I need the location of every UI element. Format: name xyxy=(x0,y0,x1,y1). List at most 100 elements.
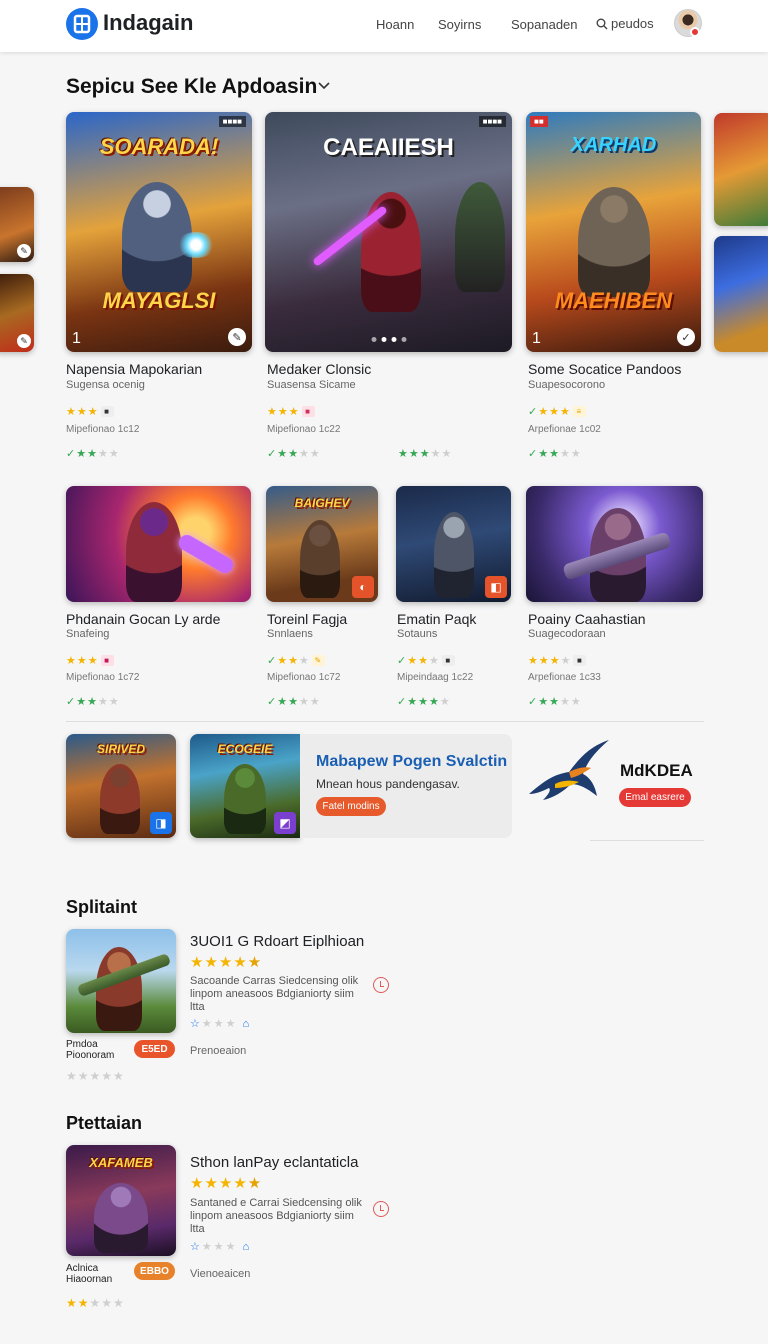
app-badge-icon: ◨ xyxy=(150,812,172,834)
featured-badge: ■■■■ xyxy=(218,116,246,127)
list-item-art[interactable] xyxy=(66,929,176,1033)
bird-logo-icon xyxy=(529,740,609,800)
rating-stars: ★★★ ■ xyxy=(267,405,315,418)
rank-number: 1 xyxy=(72,330,81,347)
featured-card-art[interactable]: ■■ XARHAD MAEHIBEN 1 ✓ xyxy=(526,112,701,352)
promo-tile[interactable]: SIRIVED ◨ xyxy=(66,734,176,838)
game-meta: Mipefionao 1c22 xyxy=(267,424,341,435)
game-card-art[interactable]: ◧ xyxy=(396,486,511,602)
promo-description: Mnean hous pandengasav. xyxy=(316,777,460,791)
game-title[interactable]: Medaker Clonsic xyxy=(267,361,371,377)
game-subtitle: Suagecodoraan xyxy=(528,628,606,640)
list-item-rating: ★★★★★ xyxy=(66,1296,125,1310)
hero-figure xyxy=(361,192,421,312)
game-title[interactable]: Phdanain Gocan Ly arde xyxy=(66,611,220,627)
carousel-dots[interactable] xyxy=(371,337,406,342)
carousel-next-thumb-2[interactable] xyxy=(714,236,768,352)
list-item-button[interactable]: E5ED xyxy=(134,1040,175,1058)
section-title[interactable]: Sepicu See Kle Apdoasin xyxy=(66,75,317,99)
list-item-name: Pmdoa Pioonoram xyxy=(66,1039,115,1061)
secondary-rating: ✓★★★★ xyxy=(66,448,120,460)
list-item-title[interactable]: 3UOI1 G Rdoart Eiplhioan xyxy=(190,933,364,950)
game-title[interactable]: Toreinl Fagja xyxy=(267,611,347,627)
promo-tile[interactable]: ECOGEIE ◩ xyxy=(190,734,300,838)
hero-figure xyxy=(100,764,140,834)
featured-card-art[interactable]: ■■■■ SOARADA! MAYAGLSI 1 ✎ xyxy=(66,112,252,352)
game-meta: Arpefionae 1c02 xyxy=(528,424,601,435)
secondary-rating: ✓★★★★ xyxy=(397,696,451,708)
game-title[interactable]: Poainy Caahastian xyxy=(528,611,646,627)
nav-link-home[interactable]: Hoann xyxy=(376,17,414,32)
promo-button[interactable]: Fatel modins xyxy=(316,797,386,816)
game-art-title: ECOGEIE xyxy=(217,742,273,756)
section-divider xyxy=(590,840,704,841)
hero-figure xyxy=(300,520,340,598)
game-card-art[interactable]: BAIGHEV ◐ xyxy=(266,486,378,602)
list-item-stars: ★★★★★ xyxy=(190,1175,263,1192)
featured-badge: ■■■■ xyxy=(478,116,506,127)
hero-figure xyxy=(578,187,650,297)
list-item-meta: Vienoeaicen xyxy=(190,1268,251,1280)
game-meta: Mipefionao 1c72 xyxy=(66,672,140,683)
game-subtitle: Sotauns xyxy=(397,628,438,640)
list-item-icons: ☆★★★ ⌂ xyxy=(190,1241,252,1253)
app-badge-icon: ◧ xyxy=(485,576,507,598)
brand-title: MdKDEA xyxy=(620,761,693,780)
notification-dot xyxy=(690,27,700,37)
search-label: peudos xyxy=(611,16,654,31)
list-item-title[interactable]: Sthon lanPay eclantaticla xyxy=(190,1154,358,1171)
list-item-meta: Prenoeaion xyxy=(190,1045,247,1057)
list-heading: Splitaint xyxy=(66,897,137,917)
featured-card-art[interactable]: ■■■■ CAEAIIESH xyxy=(265,112,512,352)
rating-stars: ✓★★★ ■ xyxy=(397,654,455,667)
search-button[interactable]: peudos xyxy=(596,16,654,31)
hero-figure xyxy=(126,502,182,602)
featured-badge: ■■ xyxy=(530,116,548,127)
game-art-title: BAIGHEV xyxy=(294,496,350,510)
game-card-art[interactable] xyxy=(526,486,703,602)
secondary-rating: ✓★★★★ xyxy=(528,696,582,708)
carousel-prev-thumb[interactable]: ✎ xyxy=(0,187,34,262)
app-logo-icon[interactable] xyxy=(66,8,98,40)
list-item-description: Sacoande Carras Siedcensing olik linpom … xyxy=(190,975,359,1013)
app-badge-icon: ◐ xyxy=(352,576,374,598)
chevron-down-icon[interactable] xyxy=(318,82,330,90)
list-item-button[interactable]: EBBO xyxy=(134,1262,175,1280)
top-bar: Indagain Hoann Soyirns Sopanaden peudos xyxy=(0,0,768,52)
section-divider xyxy=(66,721,704,722)
hero-figure xyxy=(224,764,266,834)
game-art-title: SIRIVED xyxy=(96,742,145,756)
game-title[interactable]: Some Socatice Pandoos xyxy=(528,361,681,377)
promo-title[interactable]: Mabapew Pogen Svalctin xyxy=(316,753,507,771)
clock-icon[interactable] xyxy=(373,1201,389,1217)
edit-icon: ✎ xyxy=(17,334,31,348)
edit-icon: ✎ xyxy=(17,244,31,258)
list-heading: Ptettaian xyxy=(66,1113,143,1133)
rating-stars: ★★★★ ■ xyxy=(528,654,587,667)
list-item-art[interactable]: XAFAMEB xyxy=(66,1145,176,1256)
list-item-icons: ☆★★★ ⌂ xyxy=(190,1018,252,1030)
game-subtitle: Suasensa Sicame xyxy=(267,379,356,391)
energy-hammer xyxy=(176,532,236,576)
game-card-art[interactable] xyxy=(66,486,251,602)
energy-blast xyxy=(176,232,216,258)
secondary-rating: ★★★★★ xyxy=(398,448,453,460)
nav-link-games[interactable]: Soyirns xyxy=(438,17,481,32)
game-meta: Mipefionao 1c72 xyxy=(267,672,341,683)
carousel-next-thumb[interactable] xyxy=(714,113,768,226)
game-art-title: XAFAMEB xyxy=(89,1155,153,1170)
rating-stars: ✓★★★ ✎ xyxy=(267,654,325,667)
brand-name[interactable]: Indagain xyxy=(103,10,193,36)
list-item-stars: ★★★★★ xyxy=(190,954,263,971)
carousel-prev-thumb-2[interactable]: ✎ xyxy=(0,274,34,352)
list-item-name: Aclnica Hiaoornan xyxy=(66,1263,113,1285)
game-title[interactable]: Ematin Paqk xyxy=(397,611,476,627)
game-title[interactable]: Napensia Mapokarian xyxy=(66,361,202,377)
check-icon: ✓ xyxy=(677,328,695,346)
secondary-rating: ✓★★★★ xyxy=(267,448,321,460)
brand-button[interactable]: Emal easrere xyxy=(619,788,691,807)
secondary-rating: ✓★★★★ xyxy=(66,696,120,708)
game-art-title: CAEAIIESH xyxy=(323,134,454,161)
nav-link-apps[interactable]: Sopanaden xyxy=(511,17,578,32)
clock-icon[interactable] xyxy=(373,977,389,993)
